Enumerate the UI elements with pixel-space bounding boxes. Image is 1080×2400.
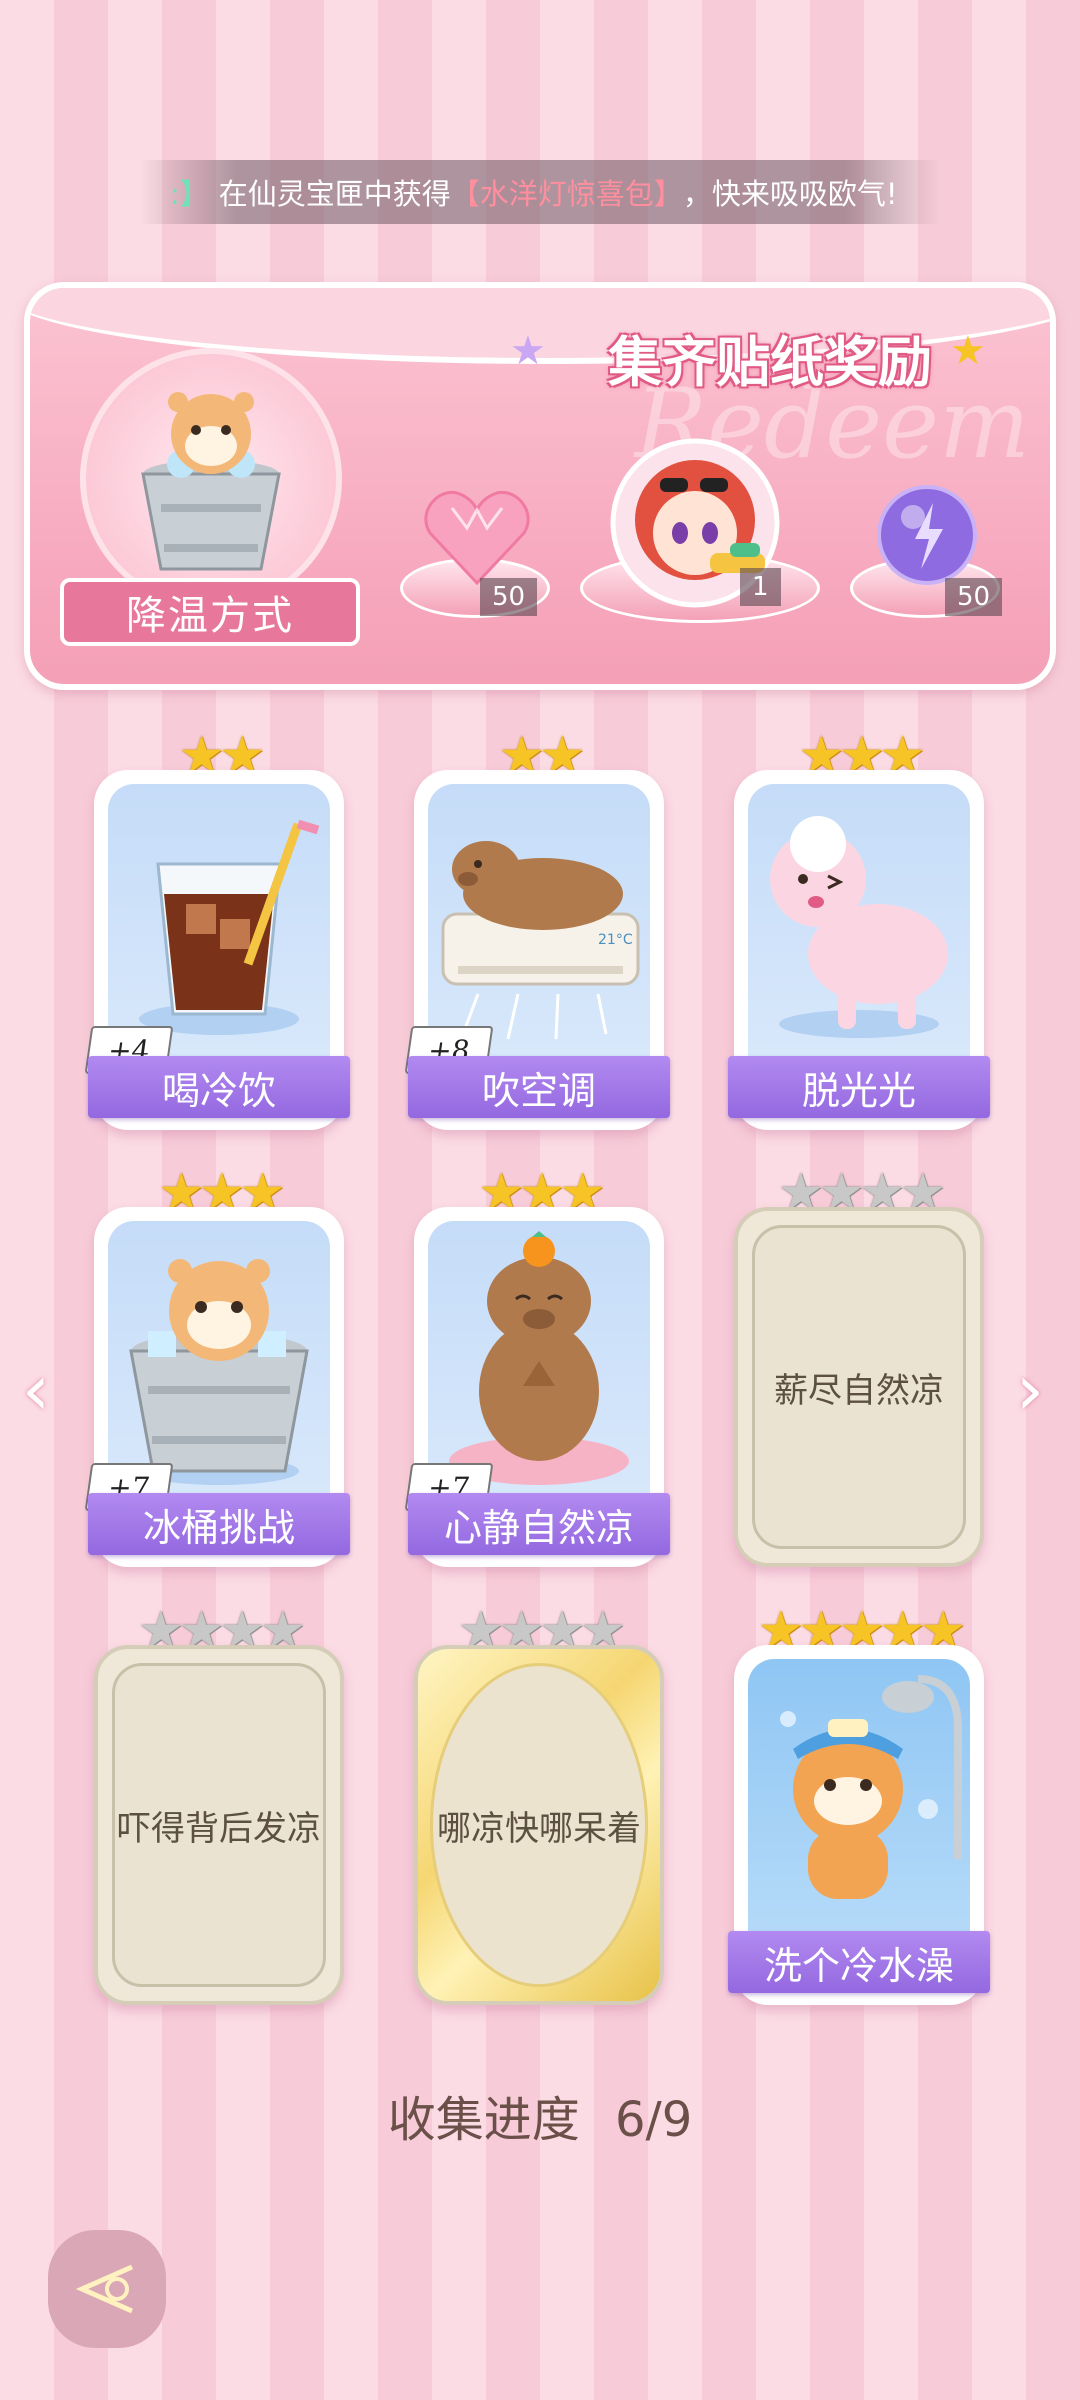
card-label: 吹空调 — [408, 1056, 670, 1118]
iced-drink-art — [139, 819, 320, 1035]
locked-sticker-card[interactable]: ★★★★ 哪凉快哪呆着 — [414, 1601, 664, 2005]
pink-heart-gem-icon[interactable] — [422, 488, 532, 588]
theme-ribbon: 降温方式 — [60, 578, 360, 646]
card-label: 脱光光 — [728, 1056, 990, 1118]
back-button[interactable] — [48, 2230, 166, 2348]
reward-count: 1 — [740, 568, 781, 606]
ticker-lead: :】 — [170, 177, 209, 211]
svg-text:21°C: 21°C — [598, 932, 633, 948]
card-label: 洗个冷水澡 — [728, 1931, 990, 1993]
card-label: 心静自然凉 — [408, 1493, 670, 1555]
ticker-suffix: ，快来吸吸欧气! — [682, 177, 898, 211]
reward-count: 50 — [945, 578, 1003, 616]
theme-badge — [80, 348, 342, 610]
sticker-card[interactable]: ★★ 21°C +8 吹空调 — [404, 726, 670, 1130]
locked-sticker-card[interactable]: ★★★★ 吓得背后发凉 — [94, 1601, 344, 2005]
card-label: 喝冷饮 — [88, 1056, 350, 1118]
reward-count: 50 — [480, 578, 538, 616]
sticker-card[interactable]: ★★★ +7 冰桶挑战 — [84, 1163, 350, 1567]
hamster-ice-bucket-art — [129, 1259, 309, 1485]
announcement-ticker: :】 在仙灵宝匣中获得 【水洋灯惊喜包】 ，快来吸吸欧气! — [140, 160, 940, 224]
cat-shower-art — [780, 1675, 962, 1899]
sticker-card[interactable]: ★★ +4 喝冷饮 — [84, 726, 350, 1130]
sticker-card[interactable]: ★★★★★ 洗个冷水澡 — [728, 1601, 990, 2005]
progress-value: 6/9 — [615, 2092, 693, 2148]
ticker-prefix: 在仙灵宝匣中获得 — [218, 177, 451, 211]
prev-page-arrow-icon[interactable]: ‹ — [22, 1355, 62, 1425]
card-label: 吓得背后发凉 — [117, 1808, 321, 1849]
next-page-arrow-icon[interactable]: › — [1016, 1355, 1056, 1425]
purple-lightning-orb-icon[interactable] — [875, 483, 980, 588]
locked-sticker-card[interactable]: ★★★★ 薪尽自然凉 — [734, 1163, 984, 1567]
card-label: 冰桶挑战 — [88, 1493, 350, 1555]
capybara-meditating-art — [449, 1231, 629, 1485]
banner-title: 集齐贴纸奖励 — [608, 330, 932, 394]
card-label: 哪凉快哪呆着 — [437, 1808, 641, 1849]
hamster-bucket-icon — [141, 392, 281, 571]
sheep-art — [770, 816, 948, 1038]
collection-progress: 收集进度 6/9 — [0, 2080, 1080, 2150]
sticker-card[interactable]: ★★★ +7 心静自然凉 — [404, 1163, 670, 1567]
sticker-card[interactable]: ★★★ 脱光光 — [728, 726, 990, 1130]
card-label: 薪尽自然凉 — [774, 1370, 944, 1411]
capybara-aircon-art: 21°C — [441, 841, 640, 1040]
reward-banner: Redeem ★ ★ 集齐贴纸奖励 降温方式 50 1 50 — [24, 282, 1056, 690]
progress-label: 收集进度 — [387, 2092, 580, 2148]
ticker-highlight: 【水洋灯惊喜包】 — [450, 177, 683, 211]
back-arrow-icon — [75, 2264, 134, 2314]
purple-star-icon: ★ — [510, 328, 546, 374]
